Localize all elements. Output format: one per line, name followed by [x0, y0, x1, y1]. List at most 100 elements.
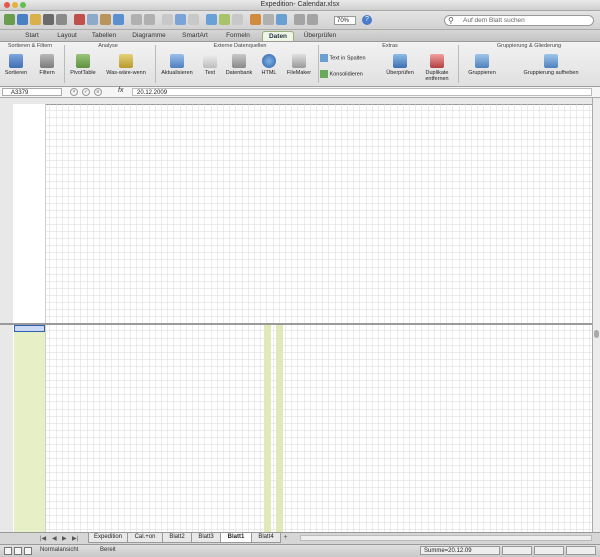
sheet-tab-blatt2[interactable]: Blatt2 — [162, 533, 192, 543]
ungroup-label: Gruppierung aufheben — [523, 70, 579, 76]
what-if-label: Was-wäre-wenn — [106, 70, 146, 76]
horizontal-scrollbar[interactable] — [300, 535, 592, 541]
save-icon[interactable] — [43, 14, 54, 25]
filemaker-icon — [292, 54, 306, 68]
filter-icon[interactable] — [188, 14, 199, 25]
open-icon[interactable] — [30, 14, 41, 25]
tab-start[interactable]: Start — [16, 31, 48, 40]
grid-toggle-icon[interactable] — [307, 14, 318, 25]
database-button[interactable]: Datenbank — [222, 54, 256, 76]
ribbon-daten: Sortieren & Filtern Analyse Externe Date… — [0, 42, 600, 87]
pane-split-bar[interactable] — [0, 323, 592, 325]
tab-uberprufen[interactable]: Überprüfen — [298, 31, 342, 40]
active-cell[interactable] — [14, 325, 45, 332]
database-icon — [232, 54, 246, 68]
last-sheet-icon[interactable]: ▶| — [72, 535, 78, 542]
status-field-1[interactable] — [502, 546, 532, 555]
tab-layout[interactable]: Layout — [52, 31, 82, 40]
paste-icon[interactable] — [100, 14, 111, 25]
title-bar: Expedition- Calendar.xlsx — [0, 0, 600, 11]
validate-button[interactable]: Überprüfen — [382, 54, 418, 76]
autosum-icon[interactable] — [162, 14, 173, 25]
tab-daten[interactable]: Daten — [262, 31, 294, 41]
what-if-button[interactable]: Was-wäre-wenn — [100, 54, 152, 76]
gallery-icon[interactable] — [206, 14, 217, 25]
template-icon[interactable] — [17, 14, 28, 25]
sidebar-icon[interactable] — [263, 14, 274, 25]
refresh-button[interactable]: Aktualisieren — [157, 54, 197, 76]
row-headers[interactable] — [0, 104, 14, 532]
sheet-tab-blatt1[interactable]: Blatt1 — [220, 533, 252, 543]
formula-builder-icon[interactable]: ≡ — [94, 88, 102, 96]
toolbox-icon[interactable] — [219, 14, 230, 25]
chart-icon[interactable] — [250, 14, 261, 25]
add-sheet-icon[interactable]: + — [281, 534, 290, 542]
first-sheet-icon[interactable]: |◀ — [40, 535, 46, 542]
group-title-extern: Externe Datenquellen — [213, 43, 267, 49]
sheet-tab-cal[interactable]: Cal.+on — [127, 533, 163, 543]
refresh-icon — [170, 54, 184, 68]
search-placeholder: Auf dem Blatt suchen — [463, 17, 525, 24]
tab-diagramme[interactable]: Diagramme — [126, 31, 172, 40]
remove-duplicates-button[interactable]: Duplikate entfernen — [418, 54, 456, 82]
sheet-search-input[interactable]: ⚲ Auf dem Blatt suchen — [444, 15, 594, 26]
tab-smartart[interactable]: SmartArt — [176, 31, 214, 40]
vertical-scroll-thumb[interactable] — [594, 330, 599, 338]
tab-formeln[interactable]: Formeln — [218, 31, 258, 40]
page-break-view-icon[interactable] — [24, 547, 32, 555]
name-box[interactable]: A3379 — [2, 88, 62, 96]
sheet-tab-expedition[interactable]: Expedition — [88, 533, 128, 543]
status-field-2[interactable] — [534, 546, 564, 555]
cell-grid[interactable] — [13, 104, 592, 532]
new-workbook-icon[interactable] — [4, 14, 15, 25]
text-box-icon[interactable] — [294, 14, 305, 25]
view-mode-label: Normalansicht — [40, 547, 79, 553]
ribbon-tabs: Start Layout Tabellen Diagramme SmartArt… — [0, 30, 600, 42]
prev-sheet-icon[interactable]: ◀ — [52, 535, 57, 542]
validate-label: Überprüfen — [386, 70, 414, 76]
filter-button[interactable]: Filtern — [33, 54, 61, 76]
ribbon-separator — [318, 45, 319, 83]
funnel-icon — [40, 54, 54, 68]
pivottable-button[interactable]: PivotTable — [66, 54, 100, 76]
page-layout-view-icon[interactable] — [14, 547, 22, 555]
formula-input[interactable]: 20.12.2009 — [132, 88, 592, 96]
vertical-scrollbar[interactable] — [592, 98, 600, 532]
sort-icon[interactable] — [175, 14, 186, 25]
next-sheet-icon[interactable]: ▶ — [62, 535, 67, 542]
status-field-3[interactable] — [566, 546, 596, 555]
sheet-tab-blatt3[interactable]: Blatt3 — [191, 533, 221, 543]
help-icon[interactable]: ? — [362, 15, 372, 25]
globe-icon — [262, 54, 276, 68]
formula-cancel-icon[interactable]: × — [70, 88, 78, 96]
worksheet[interactable] — [0, 98, 592, 532]
group-title-extras: Extras — [382, 43, 398, 49]
group-button[interactable]: Gruppieren — [460, 54, 504, 76]
sort-button[interactable]: Sortieren — [2, 54, 30, 76]
fx-label: fx — [118, 87, 124, 94]
cut-icon[interactable] — [74, 14, 85, 25]
sheet-tab-bar: |◀ ◀ ▶ ▶| Expedition Cal.+on Blatt2 Blat… — [0, 532, 600, 544]
html-button[interactable]: HTML — [257, 54, 281, 76]
sheet-tab-blatt4[interactable]: Blatt4 — [251, 533, 281, 543]
tab-tabellen[interactable]: Tabellen — [86, 31, 122, 40]
text-to-columns-button[interactable]: Text in Spalten — [320, 54, 378, 62]
import-text-button[interactable]: Text — [199, 54, 221, 76]
zoom-select[interactable]: 70% — [334, 16, 356, 25]
formula-icon[interactable] — [232, 14, 243, 25]
formula-accept-icon[interactable]: ✓ — [82, 88, 90, 96]
filemaker-button[interactable]: FileMaker — [283, 54, 315, 76]
copy-icon[interactable] — [87, 14, 98, 25]
group-icon — [475, 54, 489, 68]
consolidate-button[interactable]: Konsolidieren — [320, 70, 378, 78]
ungroup-button[interactable]: Gruppierung aufheben — [506, 54, 596, 76]
undo-icon[interactable] — [131, 14, 142, 25]
normal-view-icon[interactable] — [4, 547, 12, 555]
print-icon[interactable] — [56, 14, 67, 25]
highlighted-column — [276, 325, 283, 532]
media-icon[interactable] — [276, 14, 287, 25]
redo-icon[interactable] — [144, 14, 155, 25]
format-painter-icon[interactable] — [113, 14, 124, 25]
sum-indicator[interactable]: Summe=20.12.09 — [420, 546, 500, 555]
ribbon-separator — [64, 45, 65, 83]
